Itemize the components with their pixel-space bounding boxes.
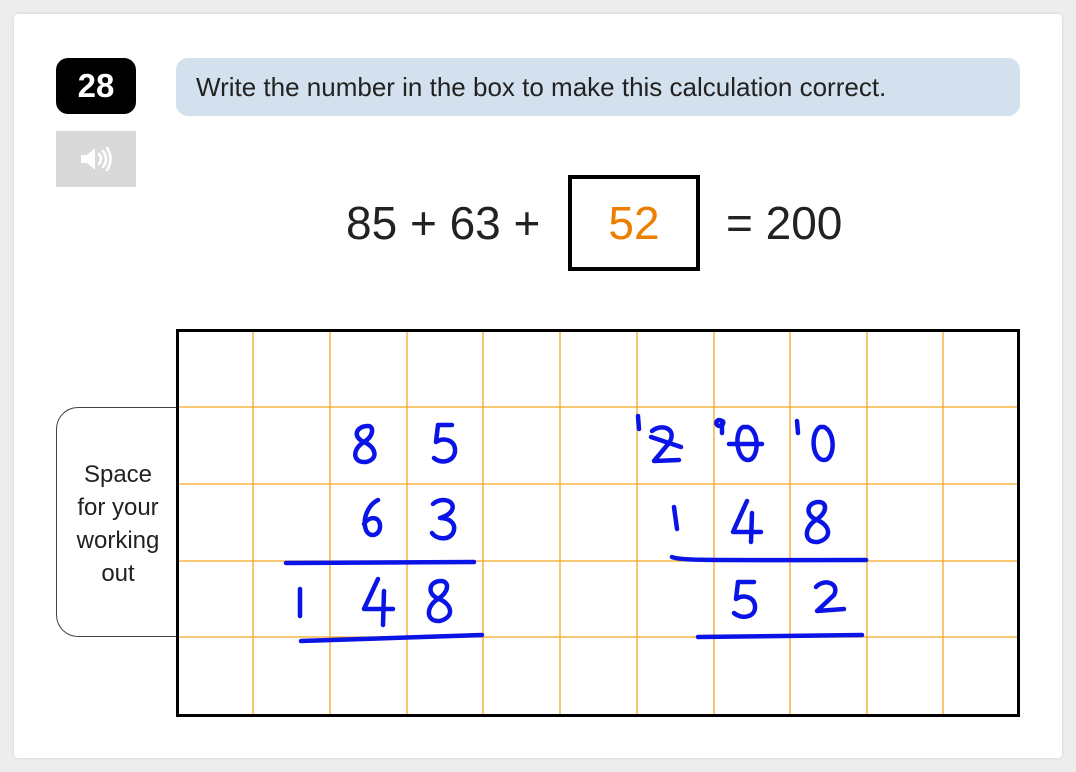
underline-1 xyxy=(283,559,477,566)
audio-button[interactable] xyxy=(56,131,136,187)
working-grid[interactable] xyxy=(176,329,1020,717)
question-prompt: Write the number in the box to make this… xyxy=(176,58,1020,116)
question-prompt-text: Write the number in the box to make this… xyxy=(196,71,887,102)
working-label-line: for your xyxy=(77,494,159,521)
equation-left: 85 + 63 + xyxy=(346,197,541,249)
borrow-mark-1 xyxy=(635,413,642,432)
answer-input-box[interactable]: 52 xyxy=(568,175,700,271)
working-label-line: out xyxy=(101,560,135,587)
speaker-icon xyxy=(81,146,112,172)
working-label-line: Space xyxy=(83,461,153,488)
answer-value: 52 xyxy=(608,197,660,249)
equation-right: = 200 xyxy=(726,197,843,249)
working-label-line: working xyxy=(76,527,160,554)
underline-4 xyxy=(695,632,865,640)
digit-1 xyxy=(671,504,680,532)
borrow-mark-1b xyxy=(794,418,801,436)
question-number-badge: 28 xyxy=(56,58,136,114)
working-space-label: Space for your working out xyxy=(60,458,176,590)
